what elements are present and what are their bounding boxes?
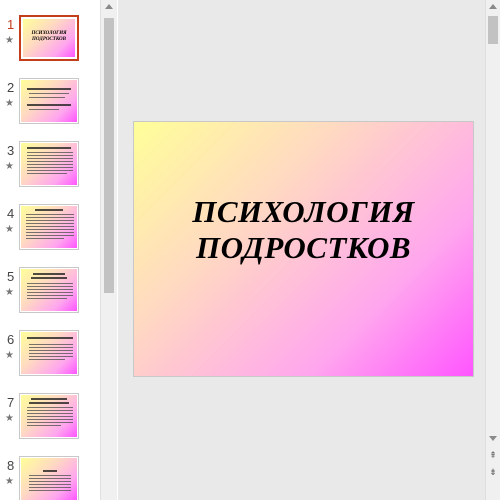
animation-star-icon: ★ xyxy=(5,350,14,361)
slide-thumbnail-4[interactable]: 4 ★ xyxy=(0,204,100,256)
scroll-up-arrow-icon[interactable] xyxy=(105,4,113,9)
thumbnail-frame[interactable] xyxy=(19,141,79,187)
animation-star-icon: ★ xyxy=(5,161,14,172)
animation-star-icon: ★ xyxy=(5,224,14,235)
slide-number: 3 xyxy=(7,143,15,158)
slide-number: 8 xyxy=(7,458,15,473)
slide-thumbnail-3[interactable]: 3 ★ xyxy=(0,141,100,193)
slide-number: 6 xyxy=(7,332,15,347)
slide-thumbnail-6[interactable]: 6 ★ xyxy=(0,330,100,382)
thumbnail-slide-preview xyxy=(21,206,77,248)
slide-thumbnail-7[interactable]: 7 ★ xyxy=(0,393,100,445)
slide-number: 4 xyxy=(7,206,15,221)
thumbnail-frame[interactable] xyxy=(19,330,79,376)
slide-editing-area: ПСИХОЛОГИЯ ПОДРОСТКОВ xyxy=(118,0,485,500)
animation-star-icon: ★ xyxy=(5,413,14,424)
thumbnail-title: ПСИХОЛОГИЯ ПОДРОСТКОВ xyxy=(31,31,67,42)
thumbnail-slide-preview: ПСИХОЛОГИЯ ПОДРОСТКОВ xyxy=(23,19,75,57)
thumbnail-frame[interactable] xyxy=(19,267,79,313)
animation-star-icon: ★ xyxy=(5,98,14,109)
slide-number: 2 xyxy=(7,80,15,95)
scrollbar-thumb[interactable] xyxy=(488,16,498,44)
slide-number: 1 xyxy=(7,17,15,32)
slide-thumbnail-8[interactable]: 8 ★ xyxy=(0,456,100,500)
thumbnail-slide-preview xyxy=(21,458,77,500)
slide-thumbnail-5[interactable]: 5 ★ xyxy=(0,267,100,319)
slide-thumbnail-1[interactable]: 1 ★ ПСИХОЛОГИЯ ПОДРОСТКОВ xyxy=(0,15,100,67)
slide-title[interactable]: ПСИХОЛОГИЯ ПОДРОСТКОВ xyxy=(134,194,473,266)
animation-star-icon: ★ xyxy=(5,476,14,487)
thumbnail-frame[interactable] xyxy=(19,78,79,124)
animation-star-icon: ★ xyxy=(5,287,14,298)
current-slide[interactable]: ПСИХОЛОГИЯ ПОДРОСТКОВ xyxy=(133,121,474,377)
slide-number: 5 xyxy=(7,269,15,284)
slide-scrollbar[interactable]: ⇞ ⇟ xyxy=(485,0,500,500)
thumbnail-scrollbar[interactable] xyxy=(100,0,117,500)
thumbnail-slide-preview xyxy=(21,269,77,311)
scroll-up-arrow-icon[interactable] xyxy=(489,4,497,9)
slide-thumbnail-pane: 1 ★ ПСИХОЛОГИЯ ПОДРОСТКОВ 2 ★ 3 ★ 4 ★ 5 … xyxy=(0,0,100,500)
next-slide-icon[interactable]: ⇟ xyxy=(486,468,500,483)
slide-title-line-2: ПОДРОСТКОВ xyxy=(195,230,412,265)
thumbnail-slide-preview xyxy=(21,332,77,374)
scrollbar-thumb[interactable] xyxy=(104,18,114,293)
scroll-down-arrow-icon[interactable] xyxy=(489,436,497,441)
thumbnail-slide-preview xyxy=(21,143,77,185)
previous-slide-icon[interactable]: ⇞ xyxy=(486,451,500,466)
thumbnail-slide-preview xyxy=(21,80,77,122)
thumbnail-frame[interactable] xyxy=(19,456,79,500)
slide-number: 7 xyxy=(7,395,15,410)
thumbnail-slide-preview xyxy=(21,395,77,437)
thumbnail-frame[interactable] xyxy=(19,393,79,439)
thumbnail-frame[interactable]: ПСИХОЛОГИЯ ПОДРОСТКОВ xyxy=(19,15,79,61)
thumbnail-frame[interactable] xyxy=(19,204,79,250)
slide-title-line-1: ПСИХОЛОГИЯ xyxy=(192,194,415,229)
slide-thumbnail-2[interactable]: 2 ★ xyxy=(0,78,100,130)
animation-star-icon: ★ xyxy=(5,35,14,46)
